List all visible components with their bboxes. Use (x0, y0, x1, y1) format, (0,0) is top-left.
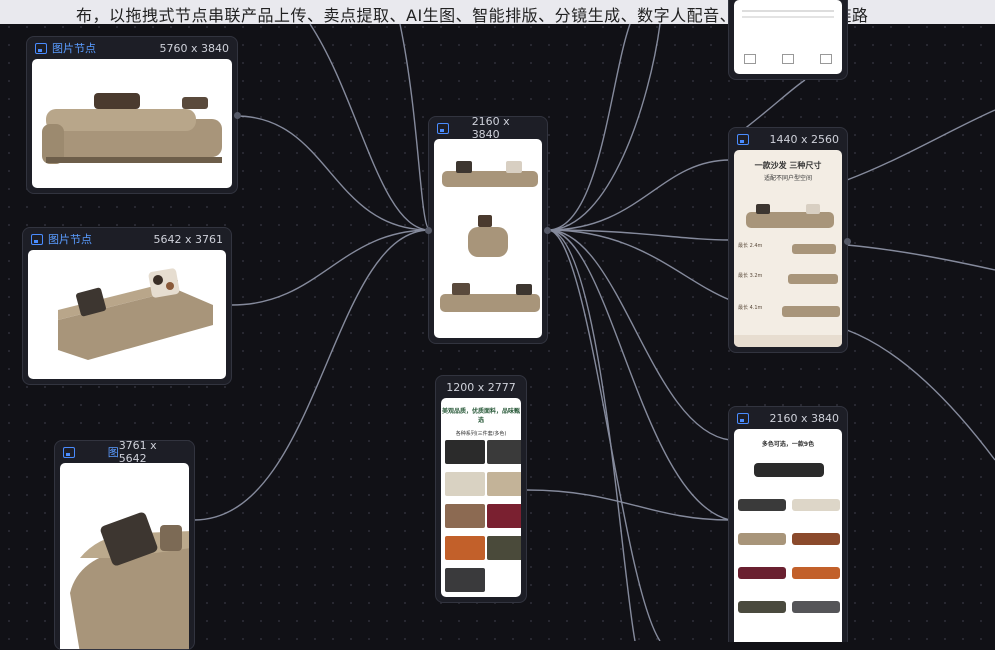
sofa-views-image (440, 161, 540, 312)
swatch-taupe (445, 504, 485, 528)
node-label: 图片节点 (48, 233, 92, 246)
sofa-tan (738, 533, 786, 545)
sofa-white (792, 499, 840, 511)
swatch-cream (445, 472, 485, 496)
swatch-olive (487, 536, 521, 560)
image-node-7[interactable]: 2160 x 3840 多色可选，一款9色 (728, 406, 848, 642)
swatch-burgundy (487, 504, 521, 528)
poster-headline: 一款沙发 三种尺寸 (754, 161, 822, 170)
sofa-burgundy (738, 567, 786, 579)
node-thumbnail (28, 250, 226, 379)
node-header: 2160 x 3840 (429, 115, 547, 141)
size-label: 最长 4.1m (738, 305, 763, 311)
node-thumbnail (434, 139, 542, 338)
link-n2-n4 (231, 229, 431, 306)
link-n4-n7a (547, 229, 731, 441)
node-header: 图 3761 x 5642 (55, 439, 194, 465)
sofa-image (58, 268, 213, 360)
feature-icon (782, 54, 794, 64)
sofa-olive (738, 601, 786, 613)
poster-subtitle: 各种系列(三件套/多色) (455, 431, 507, 437)
image-node-6[interactable]: 1440 x 2560 一款沙发 三种尺寸 适配不同户型空间 最长 2.4m 最… (728, 127, 851, 353)
sofa-mini (792, 244, 836, 254)
link-n4-bottom2 (547, 229, 661, 641)
node-thumbnail (60, 463, 189, 649)
output-port[interactable] (234, 112, 241, 119)
image-icon (737, 133, 749, 145)
node-size: 1440 x 2560 (769, 132, 840, 146)
feature-icon (820, 54, 832, 64)
poster-title: 美观品质，优质面料，品味甄选 (441, 408, 520, 424)
output-port[interactable] (844, 238, 851, 245)
poster-footer (734, 335, 842, 347)
swatch-dark (445, 440, 485, 464)
image-node-5[interactable]: 1200 x 2777 美观品质，优质面料，品味甄选 各种系列(三件套/多色) (435, 375, 527, 603)
node-size: 2160 x 3840 (769, 411, 840, 425)
sofa-grey (792, 601, 840, 613)
node-header: 图片节点 5760 x 3840 (27, 37, 237, 59)
image-icon (63, 446, 75, 458)
sofa-image (42, 93, 222, 164)
node-header: 1440 x 2560 (729, 128, 847, 150)
link-n4-n6a (547, 159, 731, 231)
size-row-2: 最长 3.2m (738, 270, 840, 292)
sofa-black (754, 463, 824, 477)
node-header: 2160 x 3840 (729, 407, 847, 429)
poster-top-thumb (734, 0, 842, 74)
node-thumbnail: 美观品质，优质面料，品味甄选 各种系列(三件套/多色) (441, 398, 521, 597)
sofa-mini (788, 274, 838, 284)
workflow-canvas[interactable]: 布，以拖拽式节点串联产品上传、卖点提取、AI生图、智能排版、分镜生成、数字人配音… (0, 0, 995, 650)
image-node-2[interactable]: 图片节点 5642 x 3761 (22, 227, 232, 385)
image-icon (737, 412, 749, 424)
input-port[interactable] (425, 227, 432, 234)
image-icon (35, 42, 47, 54)
node-size: 1200 x 2777 (446, 380, 516, 394)
node-size: 3761 x 5642 (118, 439, 157, 465)
sofa-orange (792, 567, 840, 579)
swatch-graphite (445, 568, 485, 592)
sofa-image (746, 204, 834, 228)
image-node-1[interactable]: 图片节点 5760 x 3840 (26, 36, 241, 194)
node-size: 5760 x 3840 (159, 41, 230, 55)
sofa-image (70, 512, 189, 649)
image-node-3[interactable]: 图 3761 x 5642 (54, 439, 195, 650)
node-label: 图片节点 (52, 42, 96, 55)
link-n6-right3 (846, 329, 995, 461)
link-top-n4a (309, 23, 431, 231)
link-n6-right2 (846, 244, 995, 271)
size-label: 最长 3.2m (738, 273, 763, 279)
link-n6-right1 (846, 109, 995, 181)
image-icon (31, 233, 43, 245)
node-header: 1200 x 2777 (436, 376, 526, 398)
swatch-black (487, 440, 521, 464)
link-n4-n7b (547, 229, 731, 521)
poster-subheadline: 适配不同户型空间 (763, 175, 812, 182)
feature-icon (744, 54, 756, 64)
node-size: 5642 x 3761 (153, 232, 224, 246)
size-row-1: 最长 2.4m (738, 240, 840, 262)
node-thumbnail: 一款沙发 三种尺寸 适配不同户型空间 最长 2.4m 最长 3.2m 最长 4.… (734, 150, 842, 347)
poster-title: 多色可选，一款9色 (761, 441, 815, 448)
link-n4-bottom1 (547, 229, 636, 641)
link-top-n4b (399, 23, 431, 231)
node-thumbnail (32, 59, 232, 188)
node-thumbnail: 多色可选，一款9色 (734, 429, 842, 642)
sofa-dark (738, 499, 786, 511)
link-n5-n7 (526, 489, 731, 521)
node-header: 图片节点 5642 x 3761 (23, 228, 231, 250)
image-node-4[interactable]: 2160 x 3840 (425, 115, 551, 344)
swatch-orange (445, 536, 485, 560)
node-size: 2160 x 3840 (471, 115, 510, 141)
node-label: 图 (107, 446, 119, 459)
image-node-top-partial[interactable] (728, 0, 848, 80)
sofa-brown (792, 533, 840, 545)
size-label: 最长 2.4m (738, 243, 763, 249)
swatch-beige (487, 472, 521, 496)
image-icon (437, 122, 449, 134)
sofa-mini (782, 306, 840, 317)
output-port[interactable] (544, 227, 551, 234)
size-row-3: 最长 4.1m (738, 302, 840, 324)
link-n4-top2 (547, 23, 661, 231)
link-n4-top1 (547, 23, 631, 231)
